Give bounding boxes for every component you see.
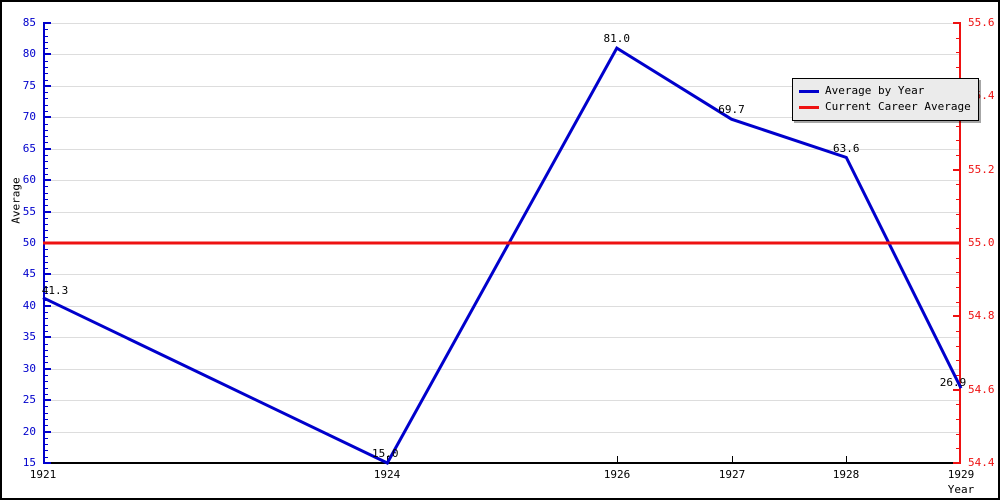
legend-swatch-red	[799, 105, 819, 109]
data-point-label: 81.0	[603, 32, 631, 46]
legend-label-current-career-average: Current Career Average	[825, 100, 971, 113]
data-point-label: 15.0	[372, 447, 399, 460]
legend-item-current-career-average[interactable]: Current Career Average	[799, 99, 971, 115]
chart-container: 15 20 25 30 35 40 45 50 55 60 65 70 75 80 85 54.4 54.6 54…	[0, 0, 1000, 500]
legend-item-average-by-year[interactable]: Average by Year	[799, 83, 971, 99]
data-point-label: 41.3	[41, 283, 69, 297]
chart-legend[interactable]: Average by Year Current Career Average	[792, 78, 979, 121]
data-point-label: 69.7	[718, 103, 745, 117]
y-axis-title: Average	[9, 177, 23, 224]
series-layer	[42, 45, 963, 465]
data-point-label: 26.9	[939, 376, 967, 390]
legend-label-average-by-year: Average by Year	[825, 84, 925, 97]
x-axis-title: Year	[947, 483, 975, 496]
data-point-label: 63.6	[833, 141, 860, 155]
legend-swatch-blue	[799, 89, 819, 93]
